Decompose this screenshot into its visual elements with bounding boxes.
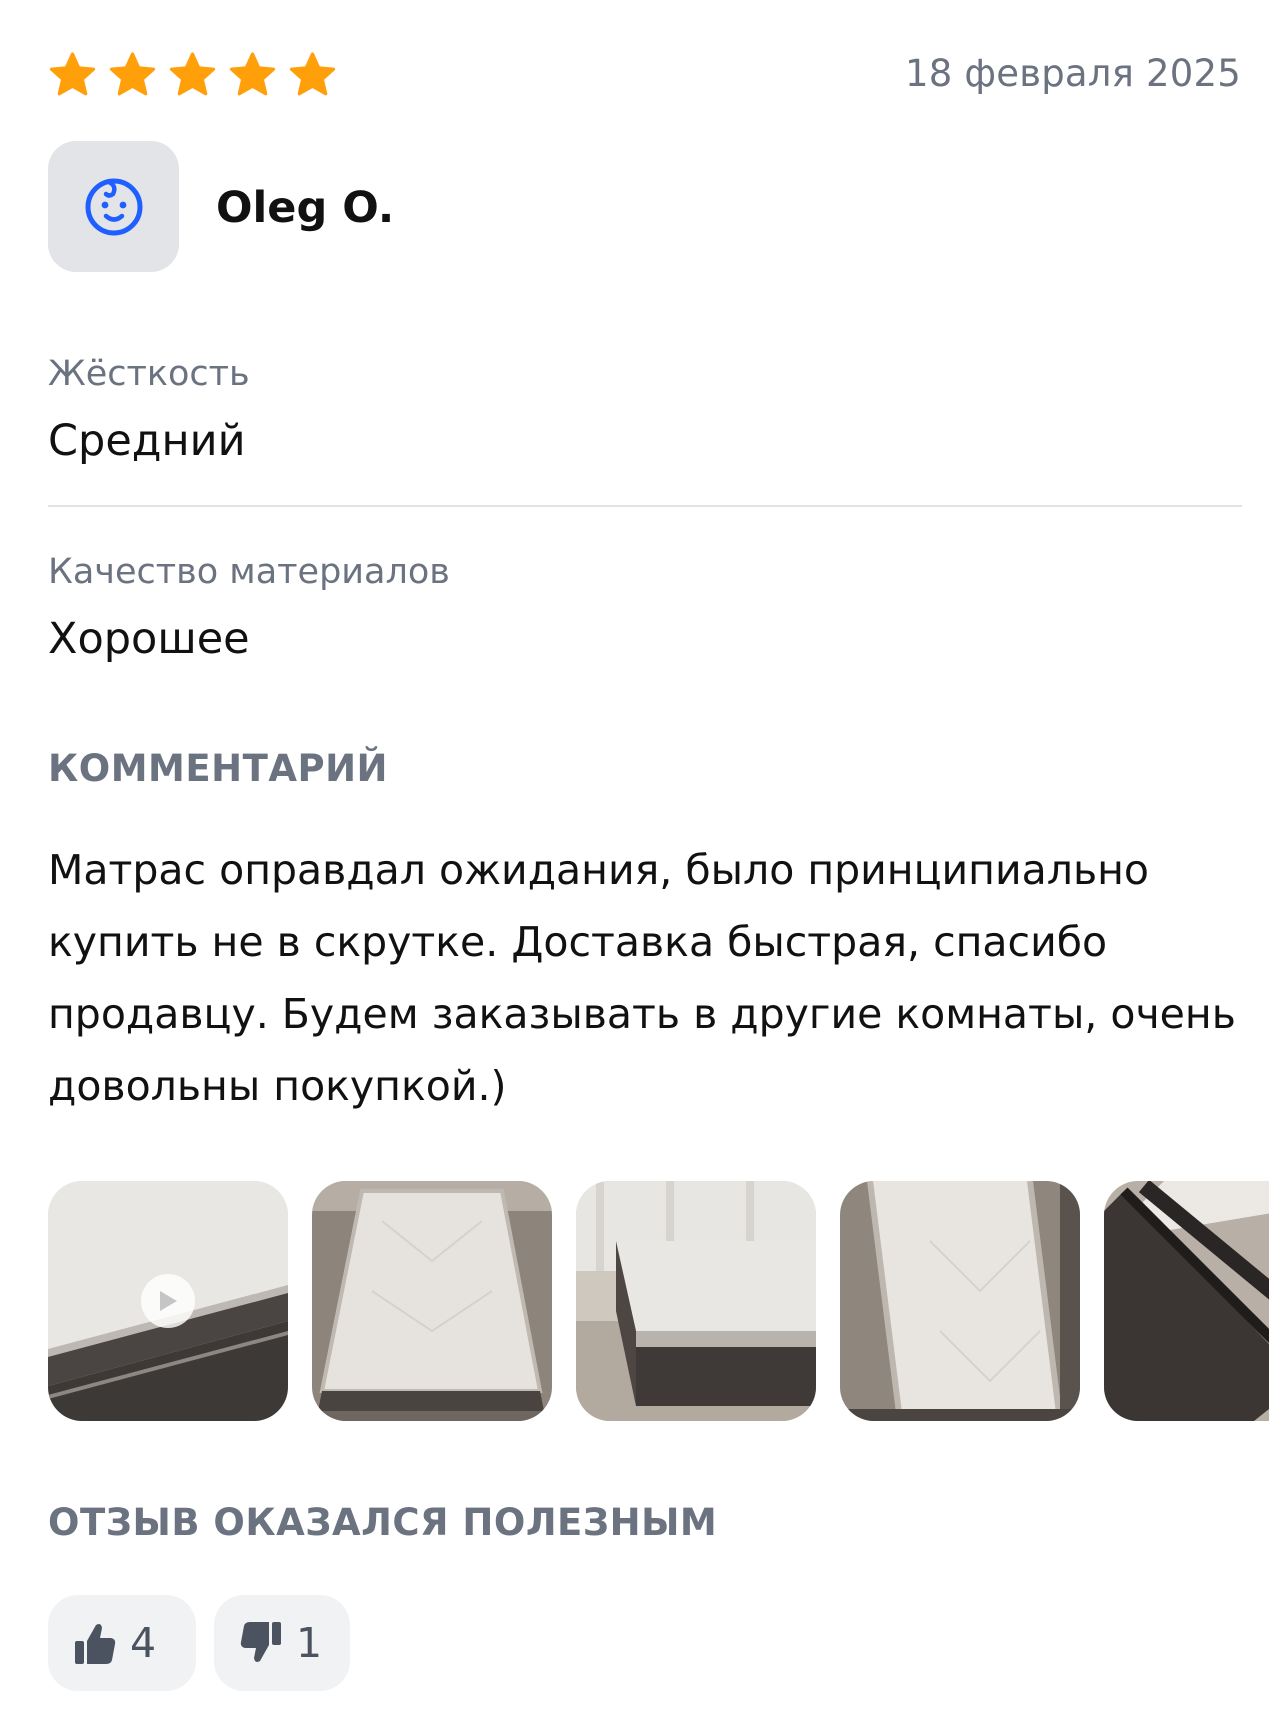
baby-face-icon xyxy=(85,178,142,235)
photo-thumbnail[interactable] xyxy=(840,1181,1080,1421)
divider xyxy=(48,505,1242,507)
avatar xyxy=(48,141,179,272)
attribute-value-quality: Хорошее xyxy=(48,614,250,664)
thumbs-down-icon xyxy=(240,1622,281,1662)
rating-stars xyxy=(48,52,337,98)
like-count: 4 xyxy=(130,1619,157,1667)
star-icon xyxy=(229,52,276,96)
star-icon xyxy=(49,52,96,96)
comment-title: КОММЕНТАРИЙ xyxy=(48,747,388,790)
dislike-button[interactable]: 1 xyxy=(214,1595,350,1691)
comment-text: Матрас оправдал ожидания, было принципиа… xyxy=(48,846,1236,1110)
attribute-value-firmness: Средний xyxy=(48,416,246,466)
star-icon xyxy=(289,52,336,96)
photo-thumbnail[interactable] xyxy=(312,1181,552,1421)
photo-thumbnail[interactable] xyxy=(576,1181,816,1421)
thumbs-up-icon xyxy=(75,1624,116,1664)
star-icon xyxy=(109,52,156,96)
helpful-title: ОТЗЫВ ОКАЗАЛСЯ ПОЛЕЗНЫМ xyxy=(48,1501,718,1544)
author-name: Oleg O. xyxy=(216,183,395,233)
star-icon xyxy=(169,52,216,96)
photo-gallery[interactable] xyxy=(48,1181,1269,1421)
play-icon[interactable] xyxy=(141,1274,195,1328)
photo-thumbnail[interactable] xyxy=(1104,1181,1269,1421)
video-thumbnail[interactable] xyxy=(48,1181,288,1421)
attribute-label-firmness: Жёсткость xyxy=(48,354,250,394)
attribute-label-quality: Качество материалов xyxy=(48,552,450,592)
dislike-count: 1 xyxy=(296,1619,323,1667)
like-button[interactable]: 4 xyxy=(48,1595,196,1691)
review-card: 18 февраля 2025 Oleg O. Жёсткость Средни… xyxy=(0,0,1269,1733)
review-date: 18 февраля 2025 xyxy=(904,52,1241,95)
